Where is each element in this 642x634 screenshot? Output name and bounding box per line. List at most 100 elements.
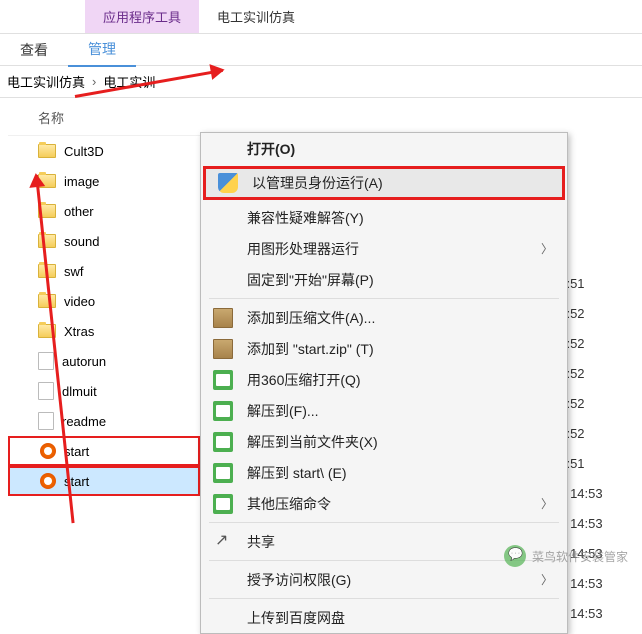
folder-row[interactable]: other — [8, 196, 200, 226]
360-icon — [213, 432, 233, 452]
chevron-right-icon: 〉 — [541, 240, 553, 257]
folder-icon — [38, 204, 56, 218]
menu-upload-baidu[interactable]: 上传到百度网盘 — [201, 602, 567, 633]
breadcrumb[interactable]: 电工实训仿真 › 电工实训 — [0, 66, 642, 98]
window-title: 电工实训仿真 — [199, 0, 313, 33]
file-icon — [38, 352, 54, 370]
folder-icon — [38, 294, 56, 308]
file-name: sound — [64, 234, 99, 249]
folder-row[interactable]: image — [8, 166, 200, 196]
file-name: image — [64, 174, 99, 189]
menu-label: 添加到 "start.zip" (T) — [247, 339, 553, 359]
folder-row[interactable]: Xtras — [8, 316, 200, 346]
empty-icon — [213, 570, 233, 590]
menu-label: 用360压缩打开(Q) — [247, 370, 553, 390]
ribbon-tabs: 应用程序工具 电工实训仿真 — [0, 0, 642, 34]
wechat-icon — [504, 545, 526, 567]
file-name: dlmuit — [62, 384, 97, 399]
menu-label: 解压到 start\ (E) — [247, 463, 553, 483]
archive-icon — [213, 308, 233, 328]
menu-label: 以管理员身份运行(A) — [252, 173, 548, 193]
file-name: Xtras — [64, 324, 94, 339]
folder-icon — [38, 234, 56, 248]
file-name: Cult3D — [64, 144, 104, 159]
menu-separator — [209, 522, 559, 523]
empty-icon — [213, 608, 233, 628]
breadcrumb-seg-2[interactable]: 电工实训 — [100, 72, 158, 91]
menu-label: 固定到"开始"屏幕(P) — [247, 270, 553, 290]
menu-gpu[interactable]: 用图形处理器运行〉 — [201, 233, 567, 264]
menu-label: 添加到压缩文件(A)... — [247, 308, 553, 328]
menu-separator — [209, 298, 559, 299]
menu-add-archive[interactable]: 添加到压缩文件(A)... — [201, 302, 567, 333]
ribbon-spacer — [0, 19, 85, 33]
menu-label: 授予访问权限(G) — [247, 570, 541, 590]
file-icon — [38, 382, 54, 400]
column-header-name[interactable]: 名称 — [8, 98, 200, 136]
shield-icon — [218, 173, 238, 193]
archive-icon — [213, 339, 233, 359]
menu-other-compress[interactable]: 其他压缩命令〉 — [201, 488, 567, 519]
exe-row-start-1[interactable]: start — [8, 436, 200, 466]
chevron-right-icon: › — [88, 74, 100, 89]
menu-pin[interactable]: 固定到"开始"屏幕(P) — [201, 264, 567, 295]
file-name: start — [64, 444, 89, 459]
exe-icon — [40, 473, 56, 489]
360-icon — [213, 370, 233, 390]
file-list: 名称 Cult3D image other sound swf video Xt… — [0, 98, 200, 496]
exe-icon — [40, 443, 56, 459]
file-name: other — [64, 204, 94, 219]
watermark: 菜鸟软件安装管家 — [504, 545, 628, 567]
file-row[interactable]: readme — [8, 406, 200, 436]
menu-label: 兼容性疑难解答(Y) — [247, 208, 553, 228]
menu-open-360[interactable]: 用360压缩打开(Q) — [201, 364, 567, 395]
360-icon — [213, 463, 233, 483]
empty-icon — [213, 208, 233, 228]
folder-row[interactable]: swf — [8, 256, 200, 286]
chevron-right-icon: 〉 — [541, 571, 553, 588]
folder-icon — [38, 264, 56, 278]
file-row[interactable]: dlmuit — [8, 376, 200, 406]
folder-icon — [38, 144, 56, 158]
folder-icon — [38, 174, 56, 188]
manage-tab[interactable]: 管理 — [68, 33, 136, 67]
menu-add-zip[interactable]: 添加到 "start.zip" (T) — [201, 333, 567, 364]
empty-icon — [213, 139, 233, 159]
chevron-right-icon: 〉 — [541, 495, 553, 512]
file-row[interactable]: autorun — [8, 346, 200, 376]
menu-label: 用图形处理器运行 — [247, 239, 541, 259]
content-area: 名称 Cult3D image other sound swf video Xt… — [0, 98, 642, 496]
folder-row[interactable]: video — [8, 286, 200, 316]
menu-grant-access[interactable]: 授予访问权限(G)〉 — [201, 564, 567, 595]
360-icon — [213, 401, 233, 421]
menu-compat[interactable]: 兼容性疑难解答(Y) — [201, 202, 567, 233]
file-name: autorun — [62, 354, 106, 369]
folder-row[interactable]: Cult3D — [8, 136, 200, 166]
share-icon — [213, 532, 233, 552]
contextual-tab[interactable]: 应用程序工具 — [85, 0, 199, 33]
menu-open[interactable]: 打开(O) — [201, 133, 567, 164]
menu-separator — [209, 598, 559, 599]
view-tab[interactable]: 查看 — [0, 34, 68, 66]
menu-label: 打开(O) — [247, 139, 553, 159]
menu-label: 解压到当前文件夹(X) — [247, 432, 553, 452]
menu-extract-start[interactable]: 解压到 start\ (E) — [201, 457, 567, 488]
file-name: swf — [64, 264, 84, 279]
breadcrumb-seg-1[interactable]: 电工实训仿真 — [4, 72, 88, 91]
360-icon — [213, 494, 233, 514]
file-icon — [38, 412, 54, 430]
exe-row-start-2-selected[interactable]: start — [8, 466, 200, 496]
menu-run-as-admin[interactable]: 以管理员身份运行(A) — [203, 166, 565, 200]
folder-icon — [38, 324, 56, 338]
toolbar: 查看 管理 — [0, 34, 642, 66]
menu-label: 上传到百度网盘 — [247, 608, 553, 628]
menu-label: 其他压缩命令 — [247, 494, 541, 514]
menu-extract-here[interactable]: 解压到当前文件夹(X) — [201, 426, 567, 457]
file-name: readme — [62, 414, 106, 429]
watermark-text: 菜鸟软件安装管家 — [532, 548, 628, 565]
file-name: start — [64, 474, 89, 489]
menu-extract-to[interactable]: 解压到(F)... — [201, 395, 567, 426]
empty-icon — [213, 239, 233, 259]
folder-row[interactable]: sound — [8, 226, 200, 256]
menu-label: 解压到(F)... — [247, 401, 553, 421]
